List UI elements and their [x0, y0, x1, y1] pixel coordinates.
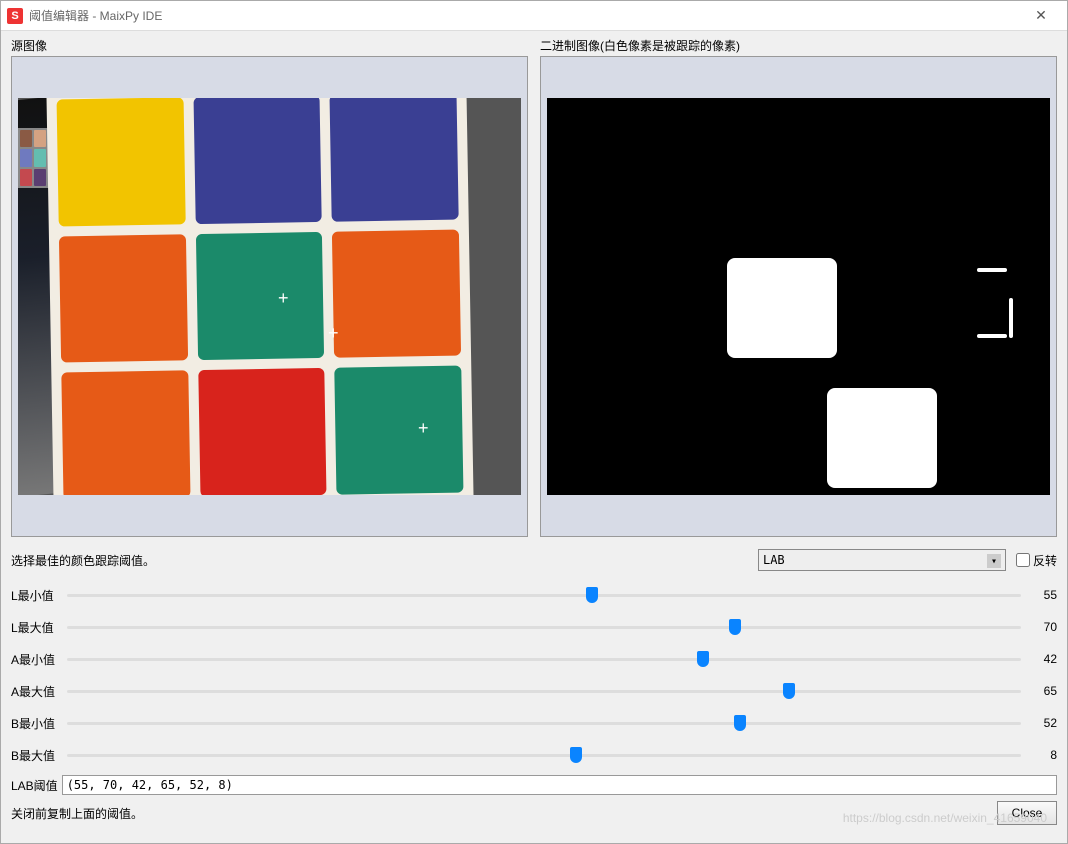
checker-swatch: [20, 149, 32, 166]
checker-swatch: [34, 149, 46, 166]
checker-swatch: [20, 130, 32, 147]
footer-row: 关闭前复制上面的阈值。 Close: [11, 801, 1057, 825]
binary-blob: [977, 334, 1007, 338]
slider-row: L最小值 55: [11, 579, 1057, 611]
controls-area: 选择最佳的颜色跟踪阈值。 LAB ▾ 反转 L最小值 55 L最大值 70 A最小值 42…: [11, 547, 1057, 825]
rubik-cell: [335, 366, 464, 495]
slider-thumb[interactable]: [783, 683, 795, 699]
copy-hint-label: 关闭前复制上面的阈值。: [11, 805, 997, 822]
crosshair-icon: +: [328, 323, 339, 344]
binary-image-panel: 二进制图像(白色像素是被跟踪的像素): [540, 37, 1057, 537]
binary-blob: [727, 258, 837, 358]
slider-label: A最小值: [11, 651, 61, 668]
binary-blob: [1009, 298, 1013, 338]
checker-swatch: [34, 130, 46, 147]
slider-line: [67, 722, 1021, 725]
titlebar: S 阈值编辑器 - MaixPy IDE ✕: [1, 1, 1067, 31]
slider-line: [67, 754, 1021, 757]
rubik-cell: [61, 371, 190, 495]
colorspace-select[interactable]: LAB ▾: [758, 549, 1006, 571]
rubik-cell: [332, 229, 461, 358]
lab-threshold-row: LAB阈值: [11, 775, 1057, 795]
slider-thumb[interactable]: [586, 587, 598, 603]
crosshair-icon: +: [418, 418, 429, 439]
slider-track[interactable]: [67, 649, 1021, 669]
slider-label: B最大值: [11, 747, 61, 764]
content-area: 源图像 + + + 二进制图像(白色像素是被跟踪的像素): [1, 31, 1067, 843]
checker-swatch: [34, 169, 46, 186]
rubik-cell: [196, 232, 325, 361]
slider-row: L最大值 70: [11, 611, 1057, 643]
source-image-label: 源图像: [11, 37, 528, 54]
slider-label: B最小值: [11, 715, 61, 732]
close-button[interactable]: Close: [997, 801, 1057, 825]
binary-image-frame: [540, 56, 1057, 537]
colorspace-value: LAB: [763, 553, 785, 567]
threshold-editor-window: S 阈值编辑器 - MaixPy IDE ✕ 源图像 + + +: [0, 0, 1068, 844]
binary-blob: [827, 388, 937, 488]
rubik-cell: [193, 98, 322, 224]
choose-best-label: 选择最佳的颜色跟踪阈值。: [11, 552, 758, 569]
slider-label: A最大值: [11, 683, 61, 700]
window-close-icon[interactable]: ✕: [1021, 7, 1061, 24]
rubik-grid: [46, 98, 473, 495]
binary-blob: [977, 268, 1007, 272]
binary-image-label: 二进制图像(白色像素是被跟踪的像素): [540, 37, 1057, 54]
slider-value: 70: [1027, 620, 1057, 634]
sliders-group: L最小值 55 L最大值 70 A最小值 42 A最大值 65 B最小值 52 B最大值 8: [11, 579, 1057, 771]
slider-label: L最小值: [11, 587, 61, 604]
chevron-down-icon: ▾: [987, 554, 1001, 568]
source-image-canvas: + + +: [18, 98, 521, 495]
rubik-cell: [57, 98, 186, 226]
images-row: 源图像 + + + 二进制图像(白色像素是被跟踪的像素): [11, 37, 1057, 537]
slider-line: [67, 626, 1021, 629]
lab-threshold-label: LAB阈值: [11, 777, 58, 794]
lab-threshold-input[interactable]: [62, 775, 1057, 795]
invert-checkbox[interactable]: [1016, 553, 1030, 567]
slider-line: [67, 690, 1021, 693]
crosshair-icon: +: [278, 288, 289, 309]
window-title: 阈值编辑器 - MaixPy IDE: [29, 7, 1021, 24]
slider-thumb[interactable]: [734, 715, 746, 731]
slider-row: A最大值 65: [11, 675, 1057, 707]
controls-top-row: 选择最佳的颜色跟踪阈值。 LAB ▾ 反转: [11, 547, 1057, 573]
source-image-frame: + + +: [11, 56, 528, 537]
slider-line: [67, 658, 1021, 661]
slider-thumb[interactable]: [570, 747, 582, 763]
rubik-cell: [330, 98, 459, 221]
checker-swatch: [20, 169, 32, 186]
slider-value: 55: [1027, 588, 1057, 602]
slider-line: [67, 594, 1021, 597]
slider-value: 8: [1027, 748, 1057, 762]
slider-track[interactable]: [67, 681, 1021, 701]
slider-thumb[interactable]: [697, 651, 709, 667]
slider-value: 52: [1027, 716, 1057, 730]
slider-track[interactable]: [67, 585, 1021, 605]
slider-row: B最小值 52: [11, 707, 1057, 739]
slider-track[interactable]: [67, 745, 1021, 765]
slider-row: A最小值 42: [11, 643, 1057, 675]
slider-track[interactable]: [67, 713, 1021, 733]
app-icon: S: [7, 8, 23, 24]
slider-row: B最大值 8: [11, 739, 1057, 771]
rubik-cell: [59, 234, 188, 363]
rubik-cell: [198, 368, 327, 495]
binary-image-canvas: [547, 98, 1050, 495]
slider-track[interactable]: [67, 617, 1021, 637]
slider-value: 42: [1027, 652, 1057, 666]
invert-checkbox-wrap[interactable]: 反转: [1016, 552, 1057, 569]
invert-label: 反转: [1033, 552, 1057, 569]
slider-value: 65: [1027, 684, 1057, 698]
source-image-panel: 源图像 + + +: [11, 37, 528, 537]
slider-label: L最大值: [11, 619, 61, 636]
slider-thumb[interactable]: [729, 619, 741, 635]
